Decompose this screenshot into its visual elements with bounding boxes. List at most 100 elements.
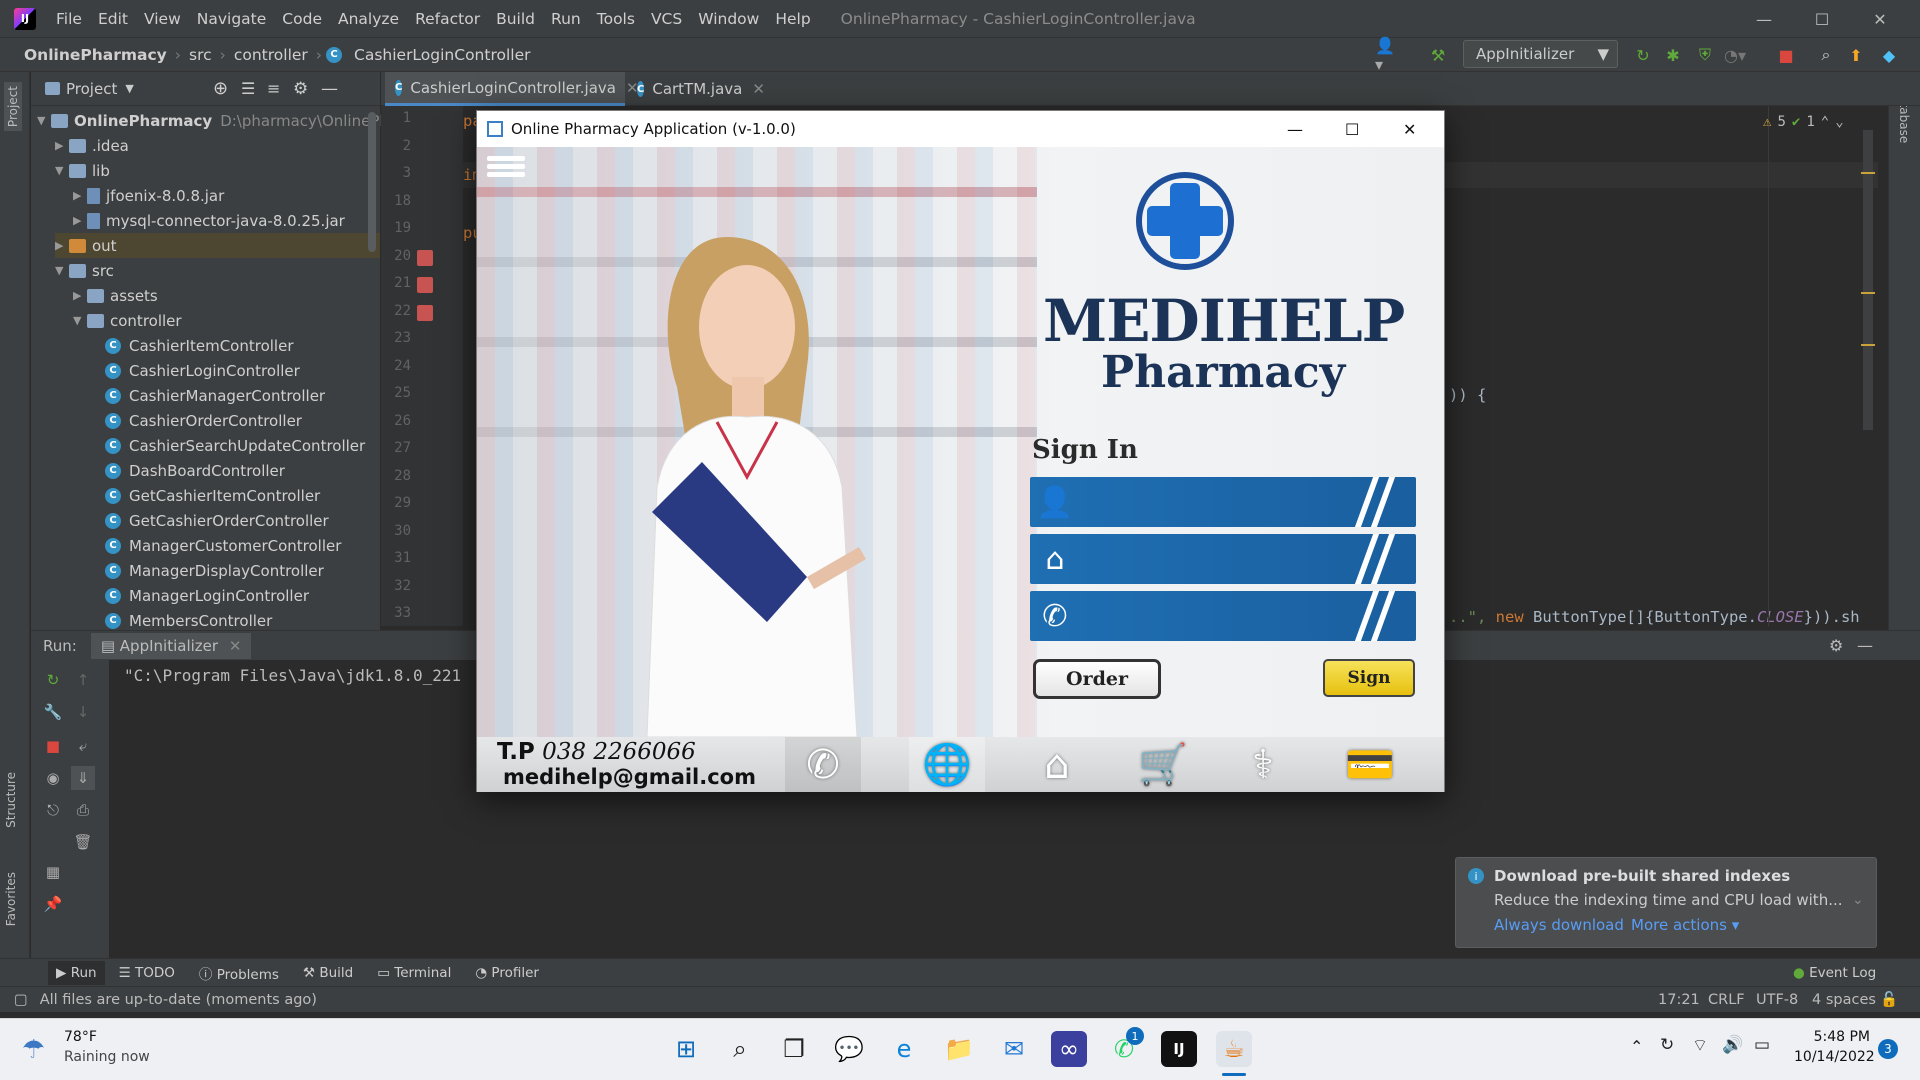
sync-icon[interactable]: ↻: [1660, 1035, 1674, 1055]
tree-item[interactable]: C ManagerDisplayController: [91, 558, 324, 583]
hide-panel-icon[interactable]: —: [321, 79, 338, 99]
trash-icon[interactable]: 🗑: [71, 830, 95, 854]
tree-item[interactable]: C GetCashierOrderController: [91, 508, 329, 533]
intellij-logo-icon[interactable]: IJ: [14, 7, 36, 30]
todo-tool-tab[interactable]: ☰ TODO: [119, 965, 175, 981]
chevron-right-icon[interactable]: ▶: [73, 289, 87, 302]
start-button[interactable]: ⊞: [668, 1031, 704, 1067]
tree-item[interactable]: C CashierItemController: [91, 333, 293, 358]
order-button[interactable]: Order: [1033, 659, 1161, 699]
collapse-all-icon[interactable]: ≡: [267, 79, 280, 98]
plugin-icon[interactable]: ◆: [1876, 42, 1902, 68]
menu-tools[interactable]: Tools: [589, 10, 643, 28]
close-button[interactable]: ✕: [1851, 0, 1909, 38]
run-tool-tab[interactable]: ▶ Run: [48, 960, 105, 985]
inspection-widget[interactable]: ⚠ 5 ✔ 1 ⌃ ⌄: [1763, 114, 1844, 130]
tree-scrollbar[interactable]: [368, 112, 376, 252]
chevron-right-icon[interactable]: ▶: [55, 139, 69, 152]
user-icon[interactable]: 👤▾: [1375, 36, 1401, 74]
camera-icon[interactable]: ◉: [41, 766, 65, 790]
chevron-down-icon[interactable]: ⌄: [1835, 114, 1843, 130]
weather-description[interactable]: Raining now: [64, 1049, 150, 1065]
card-icon[interactable]: 💳: [1332, 737, 1408, 792]
run-configuration-select[interactable]: AppInitializer ▼: [1463, 40, 1618, 68]
always-download-link[interactable]: Always download: [1494, 916, 1624, 934]
visual-studio-icon[interactable]: ∞: [1051, 1031, 1087, 1067]
hide-panel-icon[interactable]: —: [1857, 636, 1873, 655]
editor-scrollbar[interactable]: [1863, 130, 1873, 430]
tree-item[interactable]: ▶ .idea: [55, 133, 129, 158]
event-log-tab[interactable]: ● Event Log: [1793, 965, 1876, 981]
menu-window[interactable]: Window: [690, 10, 767, 28]
username-field[interactable]: 👤: [1030, 477, 1416, 527]
close-tab-icon[interactable]: ✕: [229, 637, 242, 655]
chevron-up-icon[interactable]: ⌃: [1821, 114, 1829, 130]
tree-item[interactable]: ▶ assets: [73, 283, 158, 308]
chevron-down-icon[interactable]: ▼: [73, 314, 87, 327]
chevron-down-icon[interactable]: ▼: [55, 264, 69, 277]
tree-item[interactable]: C ManagerCustomerController: [91, 533, 341, 558]
tree-item[interactable]: C DashBoardController: [91, 458, 285, 483]
menu-refactor[interactable]: Refactor: [407, 10, 488, 28]
gear-icon[interactable]: ⚙: [1829, 636, 1843, 655]
gutter-marker-icon[interactable]: [417, 304, 433, 321]
tree-item[interactable]: ▶ mysql-connector-java-8.0.25.jar: [73, 208, 345, 233]
menu-file[interactable]: File: [48, 10, 90, 28]
rerun-icon[interactable]: ↻: [41, 668, 65, 692]
search-icon[interactable]: ⌕: [1813, 42, 1839, 68]
up-arrow-icon[interactable]: ↑: [71, 668, 95, 692]
gear-icon[interactable]: ⚙: [293, 79, 308, 99]
tree-item[interactable]: C CashierManagerController: [91, 383, 325, 408]
expand-all-icon[interactable]: ☰: [241, 79, 255, 98]
layout-icon[interactable]: ▦: [41, 860, 65, 884]
breadcrumb-src[interactable]: src: [185, 46, 216, 64]
breadcrumb-controller[interactable]: controller: [230, 46, 312, 64]
profiler-tool-tab[interactable]: ◔ Profiler: [475, 965, 539, 981]
sign-button[interactable]: Sign: [1323, 659, 1415, 697]
build-tool-tab[interactable]: ⚒ Build: [303, 965, 353, 981]
tree-item[interactable]: C CashierLoginController: [91, 358, 300, 383]
clock-time[interactable]: 5:48 PM: [1794, 1029, 1870, 1045]
caret-position[interactable]: 17:21: [1658, 992, 1700, 1008]
app-maximize-button[interactable]: ☐: [1345, 120, 1359, 139]
mail-icon[interactable]: ✉: [996, 1031, 1032, 1067]
terminal-tool-tab[interactable]: ▭ Terminal: [377, 965, 451, 981]
tree-item[interactable]: C ManagerLoginController: [91, 583, 309, 608]
menu-code[interactable]: Code: [274, 10, 330, 28]
tree-item[interactable]: ▼ lib: [55, 158, 110, 183]
tree-item[interactable]: ▶ out: [55, 233, 380, 258]
line-separator[interactable]: CRLF: [1708, 992, 1745, 1008]
chevron-down-icon[interactable]: ▼: [125, 82, 133, 95]
teams-chat-icon[interactable]: 💬: [831, 1031, 867, 1067]
menu-vcs[interactable]: VCS: [643, 10, 690, 28]
coverage-icon[interactable]: ⛨: [1692, 42, 1718, 68]
app-minimize-button[interactable]: —: [1287, 120, 1303, 139]
close-tab-icon[interactable]: ✕: [752, 80, 765, 98]
menu-navigate[interactable]: Navigate: [189, 10, 275, 28]
java-icon[interactable]: ☕: [1216, 1031, 1252, 1067]
lock-icon[interactable]: 🔓: [1880, 991, 1898, 1008]
menu-run[interactable]: Run: [543, 10, 589, 28]
scroll-to-end-icon[interactable]: ⇓: [71, 766, 95, 790]
pin-icon[interactable]: 📌: [41, 892, 65, 916]
hammer-build-icon[interactable]: ⚒: [1425, 42, 1451, 68]
tab-cashierlogincontroller[interactable]: C CashierLoginController.java ✕: [385, 72, 639, 106]
phone-icon[interactable]: ✆: [785, 737, 861, 792]
project-view-select[interactable]: Project: [66, 80, 117, 98]
locate-icon[interactable]: ⊕: [213, 78, 228, 99]
print-icon[interactable]: ⎙: [71, 798, 95, 822]
update-icon[interactable]: ⬆: [1843, 42, 1869, 68]
breadcrumb-class[interactable]: CashierLoginController: [350, 46, 535, 64]
tree-item[interactable]: ▶ jfoenix-8.0.8.jar: [73, 183, 224, 208]
clock-date[interactable]: 10/14/2022: [1794, 1049, 1875, 1065]
edge-browser-icon[interactable]: e: [886, 1031, 922, 1067]
indent-setting[interactable]: 4 spaces: [1812, 992, 1876, 1008]
gutter-marker-icon[interactable]: [417, 249, 433, 266]
structure-tool-tab[interactable]: Structure: [4, 772, 18, 828]
tree-item[interactable]: C GetCashierItemController: [91, 483, 320, 508]
menu-analyze[interactable]: Analyze: [330, 10, 407, 28]
globe-icon[interactable]: 🌐: [909, 737, 985, 792]
menu-edit[interactable]: Edit: [90, 10, 136, 28]
problems-tool-tab[interactable]: ⓘ Problems: [199, 963, 279, 983]
soft-wrap-icon[interactable]: ⤶: [71, 734, 95, 758]
